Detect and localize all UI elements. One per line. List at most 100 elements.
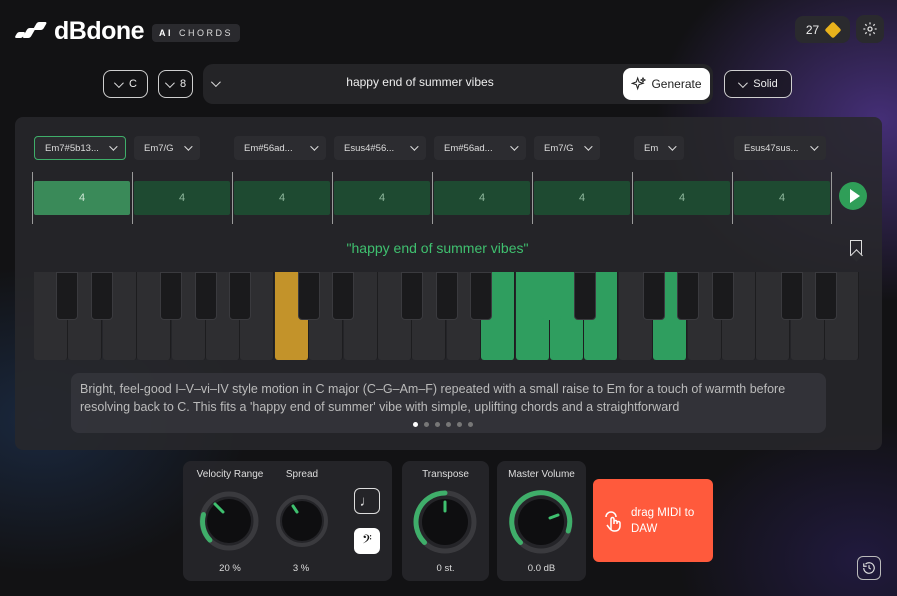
key-select[interactable]: C	[103, 70, 148, 98]
black-key[interactable]	[470, 272, 492, 320]
credits-count: 27	[805, 22, 820, 37]
page-dot[interactable]	[468, 422, 473, 427]
credits-counter[interactable]: 27	[795, 16, 850, 43]
chord-select-4[interactable]: Esus4#56...	[334, 136, 426, 160]
velocity-range-knob[interactable]	[197, 489, 261, 553]
chord-block-8[interactable]: 4	[734, 181, 830, 215]
bar-separator	[532, 172, 533, 224]
chord-select-2[interactable]: Em7/G	[134, 136, 200, 160]
bar-separator	[432, 172, 433, 224]
note-icon: ♩	[359, 492, 375, 510]
transpose-label: Transpose	[422, 469, 469, 480]
velocity-range-value: 20 %	[219, 563, 241, 574]
chord-select-5[interactable]: Em#56ad...	[434, 136, 526, 160]
bars-select[interactable]: 8	[158, 70, 193, 98]
pagination-dots[interactable]	[413, 422, 473, 427]
chevron-down-icon	[113, 77, 124, 88]
settings-button[interactable]	[856, 15, 884, 43]
history-icon	[863, 562, 875, 574]
chevron-down-icon	[164, 77, 175, 88]
chord-select-7[interactable]: Em	[634, 136, 684, 160]
black-key[interactable]	[815, 272, 837, 320]
chord-block-6[interactable]: 4	[534, 181, 630, 215]
spread-label: Spread	[285, 469, 319, 480]
bass-mode-button[interactable]: 𝄢	[354, 528, 380, 554]
piano-keyboard[interactable]	[34, 272, 860, 360]
black-key[interactable]	[56, 272, 78, 320]
black-key[interactable]	[229, 272, 251, 320]
page-dot[interactable]	[424, 422, 429, 427]
drag-icon	[605, 510, 621, 532]
melody-mode-button[interactable]: ♩	[354, 488, 380, 514]
black-key[interactable]	[160, 272, 182, 320]
play-button[interactable]	[839, 182, 867, 210]
chord-block-1[interactable]: 4	[34, 181, 130, 215]
bars-value: 8	[179, 78, 187, 90]
black-key[interactable]	[643, 272, 665, 320]
chord-block-2[interactable]: 4	[134, 181, 230, 215]
master-volume-knob[interactable]	[506, 487, 576, 557]
transpose-value: 0 st.	[436, 563, 455, 574]
app-logo: dBdone AI CHORDS	[14, 16, 241, 45]
master-volume-label: Master Volume	[508, 469, 575, 480]
chevron-down-icon	[810, 142, 819, 151]
black-key[interactable]	[781, 272, 803, 320]
transpose-knob[interactable]	[410, 487, 480, 557]
black-key[interactable]	[677, 272, 699, 320]
prompt-input[interactable]: happy end of summer vibes	[240, 75, 600, 89]
bar-separator	[831, 172, 832, 224]
chevron-down-icon	[510, 142, 519, 151]
chord-select-8[interactable]: Esus47sus...	[734, 136, 826, 160]
black-key[interactable]	[298, 272, 320, 320]
style-value: Solid	[753, 78, 778, 90]
chevron-down-icon	[184, 142, 193, 151]
page-dot[interactable]	[446, 422, 451, 427]
bar-separator	[732, 172, 733, 224]
chevron-down-icon	[109, 142, 118, 151]
bar-separator	[32, 172, 33, 224]
master-volume-value: 0.0 dB	[527, 563, 556, 574]
chevron-down-icon	[410, 142, 419, 151]
bookmark-icon[interactable]	[850, 240, 862, 256]
chord-block-7[interactable]: 4	[634, 181, 730, 215]
gear-icon	[863, 22, 877, 36]
black-key[interactable]	[712, 272, 734, 320]
page-dot[interactable]	[435, 422, 440, 427]
progression-description: Bright, feel-good I–V–vi–IV style motion…	[80, 382, 786, 414]
bar-separator	[332, 172, 333, 224]
black-key[interactable]	[332, 272, 354, 320]
chord-block-5[interactable]: 4	[434, 181, 530, 215]
spread-value: 3 %	[292, 563, 310, 574]
ai-chords-badge: AI CHORDS	[152, 24, 241, 42]
logo-text: dBdone	[54, 16, 145, 45]
black-key-active[interactable]	[540, 272, 562, 320]
bar-separator	[632, 172, 633, 224]
chord-select-3[interactable]: Em#56ad...	[234, 136, 326, 160]
drag-midi-label: drag MIDI to DAW	[631, 506, 695, 535]
history-button[interactable]	[857, 556, 881, 580]
bar-separator	[132, 172, 133, 224]
progression-title: "happy end of summer vibes"	[346, 240, 529, 256]
bass-clef-icon: 𝄢	[362, 532, 372, 550]
sparkle-icon	[631, 76, 647, 91]
black-key[interactable]	[574, 272, 596, 320]
bar-separator	[232, 172, 233, 224]
diamond-icon	[824, 21, 842, 38]
page-dot[interactable]	[413, 422, 418, 427]
black-key[interactable]	[401, 272, 423, 320]
chord-block-3[interactable]: 4	[234, 181, 330, 215]
chevron-down-icon	[310, 142, 319, 151]
spread-knob[interactable]	[273, 492, 331, 550]
generate-button[interactable]: Generate	[623, 68, 710, 100]
page-dot[interactable]	[457, 422, 462, 427]
chord-select-1[interactable]: Em7#5b13...	[34, 136, 126, 160]
chevron-down-icon	[668, 142, 677, 151]
black-key[interactable]	[195, 272, 217, 320]
drag-midi-button[interactable]: drag MIDI to DAW	[593, 479, 713, 562]
chord-block-4[interactable]: 4	[334, 181, 430, 215]
chord-select-6[interactable]: Em7/G	[534, 136, 600, 160]
velocity-range-label: Velocity Range	[196, 469, 264, 480]
black-key[interactable]	[91, 272, 113, 320]
style-select[interactable]: Solid	[724, 70, 792, 98]
black-key[interactable]	[436, 272, 458, 320]
